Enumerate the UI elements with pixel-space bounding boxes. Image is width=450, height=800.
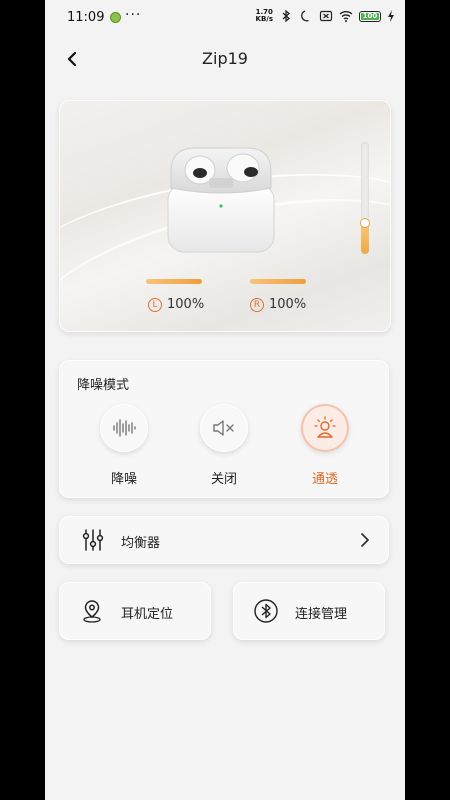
- left-earbud-battery-bar: [146, 279, 202, 284]
- wifi-icon: [339, 11, 353, 22]
- equalizer-sliders-icon: [82, 529, 104, 551]
- right-earbud-battery: R 100%: [250, 297, 306, 312]
- left-earbud-battery: L 100%: [148, 297, 204, 312]
- status-time: 11:09: [67, 10, 105, 25]
- connection-management-label: 连接管理: [295, 607, 348, 622]
- anc-mode-card: 降噪模式 降噪 关闭 通透: [59, 360, 389, 498]
- app-notification-icon: [110, 12, 121, 23]
- anc-mode-label: 通透: [311, 472, 338, 487]
- anc-mode-off[interactable]: 关闭: [194, 404, 254, 487]
- location-pin-icon: [83, 600, 101, 623]
- status-bar: 11:09 ··· 1.70 KB/s 100: [45, 0, 405, 36]
- transparency-button[interactable]: [301, 404, 349, 452]
- connection-management-tile[interactable]: 连接管理: [233, 582, 385, 640]
- battery-icon: 100: [359, 10, 381, 22]
- earbuds-case-image: [167, 147, 275, 253]
- equalizer-label: 均衡器: [121, 536, 161, 551]
- right-earbud-battery-bar: [250, 279, 306, 284]
- volume-slider[interactable]: [360, 142, 370, 254]
- network-speed: 1.70 KB/s: [256, 9, 273, 23]
- anc-section-title: 降噪模式: [77, 378, 130, 393]
- chevron-right-icon: [361, 533, 369, 547]
- noise-cancel-button[interactable]: [100, 404, 148, 452]
- sim-off-icon: [319, 10, 333, 22]
- volume-slider-thumb[interactable]: [360, 218, 370, 228]
- charging-icon: [388, 10, 394, 22]
- left-earbud-icon: L: [148, 297, 162, 312]
- bluetooth-icon: [254, 599, 278, 623]
- right-earbud-battery-value: 100%: [269, 297, 307, 312]
- left-earbud-battery-value: 100%: [167, 297, 205, 312]
- earbud-locator-label: 耳机定位: [121, 607, 174, 622]
- anc-mode-label: 关闭: [210, 472, 237, 487]
- speaker-mute-icon: [213, 420, 234, 436]
- app-screen: 11:09 ··· 1.70 KB/s 100 Zip19 L 100% R 1…: [45, 0, 405, 800]
- anc-mode-noise-cancel[interactable]: 降噪: [94, 404, 154, 487]
- anc-mode-transparency[interactable]: 通透: [295, 404, 355, 487]
- battery-level: 100: [362, 11, 378, 20]
- status-icons: 1.70 KB/s 100: [256, 9, 395, 23]
- network-speed-unit: KB/s: [255, 15, 273, 23]
- anc-off-button[interactable]: [200, 404, 248, 452]
- earbud-locator-tile[interactable]: 耳机定位: [59, 582, 211, 640]
- bluetooth-status-icon: [282, 9, 290, 23]
- transparency-icon: [314, 416, 336, 438]
- equalizer-row[interactable]: 均衡器: [59, 516, 389, 564]
- right-earbud-icon: R: [250, 297, 264, 312]
- more-notifications-icon: ···: [125, 7, 142, 23]
- page-title: Zip19: [202, 49, 248, 68]
- soundwave-icon: [113, 419, 136, 437]
- header: Zip19: [45, 40, 405, 80]
- moon-icon: [301, 10, 309, 22]
- anc-mode-label: 降噪: [110, 472, 137, 487]
